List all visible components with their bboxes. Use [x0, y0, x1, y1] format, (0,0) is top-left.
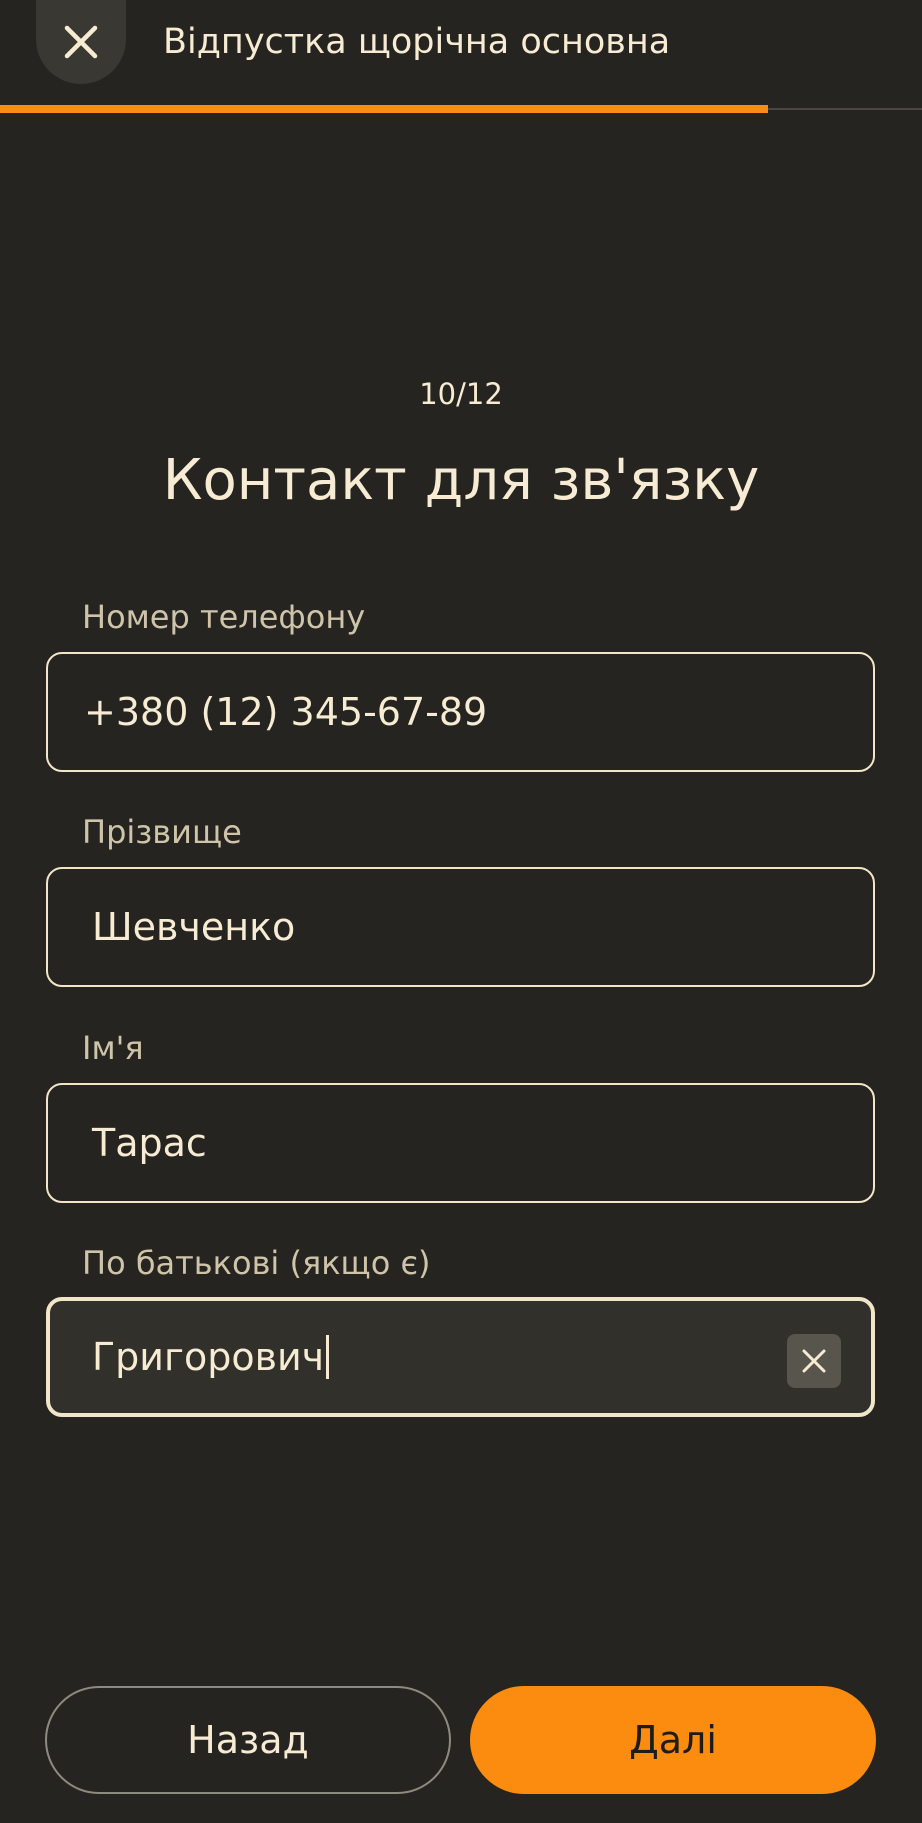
- surname-input[interactable]: Шевченко: [46, 867, 875, 987]
- close-icon: [64, 25, 98, 59]
- clear-button[interactable]: [787, 1334, 841, 1388]
- patronymic-input[interactable]: Григорович: [46, 1297, 875, 1417]
- phone-value: +380 (12) 345-67-89: [84, 690, 488, 734]
- progress-bar-fill: [0, 105, 769, 113]
- first-name-input[interactable]: Тарас: [46, 1083, 875, 1203]
- back-button[interactable]: Назад: [45, 1686, 451, 1794]
- phone-input[interactable]: +380 (12) 345-67-89: [46, 652, 875, 772]
- text-caret: [326, 1335, 330, 1379]
- clear-icon: [802, 1349, 826, 1373]
- phone-label: Номер телефону: [82, 598, 366, 636]
- patronymic-value-wrap: Григорович: [92, 1301, 330, 1413]
- surname-value: Шевченко: [92, 905, 296, 949]
- patronymic-value: Григорович: [92, 1335, 325, 1379]
- first-name-value: Тарас: [92, 1121, 207, 1165]
- first-name-label: Ім'я: [82, 1029, 144, 1067]
- header: Відпустка щорічна основна: [0, 0, 922, 110]
- surname-label: Прізвище: [82, 813, 242, 851]
- patronymic-label: По батькові (якщо є): [82, 1244, 431, 1282]
- next-button[interactable]: Далі: [470, 1686, 876, 1794]
- header-title: Відпустка щорічна основна: [163, 22, 671, 62]
- page-title: Контакт для зв'язку: [162, 448, 760, 513]
- close-button[interactable]: [36, 0, 126, 84]
- step-counter: 10/12: [419, 377, 503, 411]
- progress-bar: [0, 105, 922, 113]
